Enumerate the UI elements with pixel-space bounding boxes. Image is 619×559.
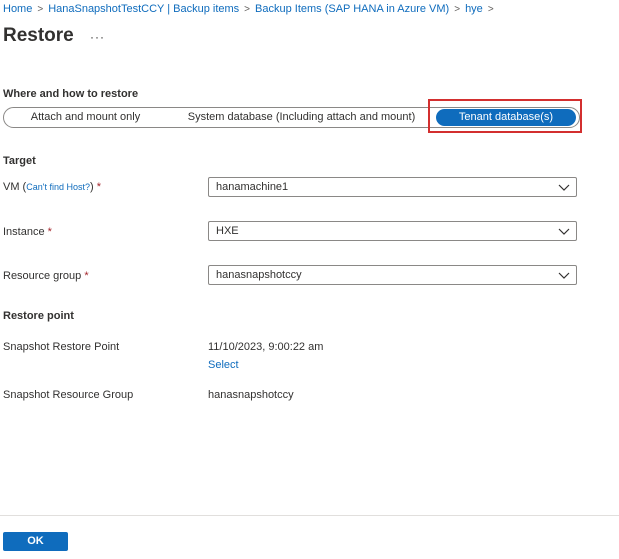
chevron-down-icon xyxy=(558,228,570,235)
ok-button[interactable]: OK xyxy=(3,532,68,551)
required-marker: * xyxy=(84,270,89,282)
breadcrumb: Home > HanaSnapshotTestCCY | Backup item… xyxy=(3,2,499,16)
resource-group-dropdown[interactable]: hanasnapshotccy xyxy=(208,265,577,285)
snapshot-restore-point-value: 11/10/2023, 9:00:22 am xyxy=(208,341,324,353)
footer-divider xyxy=(0,515,619,516)
snapshot-restore-point-label: Snapshot Restore Point xyxy=(3,341,120,353)
target-heading: Target xyxy=(3,155,36,167)
chevron-down-icon xyxy=(558,184,570,191)
select-restore-point-link[interactable]: Select xyxy=(208,359,239,371)
breadcrumb-home[interactable]: Home xyxy=(3,3,32,15)
instance-dropdown[interactable]: HXE xyxy=(208,221,577,241)
instance-label: Instance * xyxy=(3,226,52,238)
vm-label: VM (Can't find Host?) * xyxy=(3,181,102,193)
option-attach-mount-only[interactable]: Attach and mount only xyxy=(14,108,157,127)
chevron-right-icon: > xyxy=(244,3,251,15)
resource-group-label: Resource group * xyxy=(3,270,89,282)
page-title: Restore xyxy=(3,25,74,46)
breadcrumb-hye[interactable]: hye xyxy=(465,3,483,15)
vm-dropdown[interactable]: hanamachine1 xyxy=(208,177,577,197)
where-how-heading: Where and how to restore xyxy=(3,88,139,100)
instance-value: HXE xyxy=(216,225,239,237)
chevron-right-icon: > xyxy=(454,3,461,15)
vm-value: hanamachine1 xyxy=(216,181,289,193)
snapshot-resource-group-label: Snapshot Resource Group xyxy=(3,389,134,401)
restore-point-heading: Restore point xyxy=(3,310,74,322)
option-system-database[interactable]: System database (Including attach and mo… xyxy=(184,108,419,127)
chevron-down-icon xyxy=(558,272,570,279)
chevron-right-icon: > xyxy=(487,3,494,15)
highlight-box xyxy=(428,99,582,133)
breadcrumb-vault-backup-items[interactable]: HanaSnapshotTestCCY | Backup items xyxy=(48,3,239,15)
required-marker: * xyxy=(96,181,102,193)
more-icon[interactable]: ··· xyxy=(90,30,105,44)
chevron-right-icon: > xyxy=(37,3,44,15)
snapshot-resource-group-value: hanasnapshotccy xyxy=(208,389,294,401)
resource-group-value: hanasnapshotccy xyxy=(216,269,302,281)
cant-find-host-link[interactable]: Can't find Host? xyxy=(26,182,90,192)
required-marker: * xyxy=(47,226,52,238)
breadcrumb-backup-items-sap-hana[interactable]: Backup Items (SAP HANA in Azure VM) xyxy=(255,3,449,15)
